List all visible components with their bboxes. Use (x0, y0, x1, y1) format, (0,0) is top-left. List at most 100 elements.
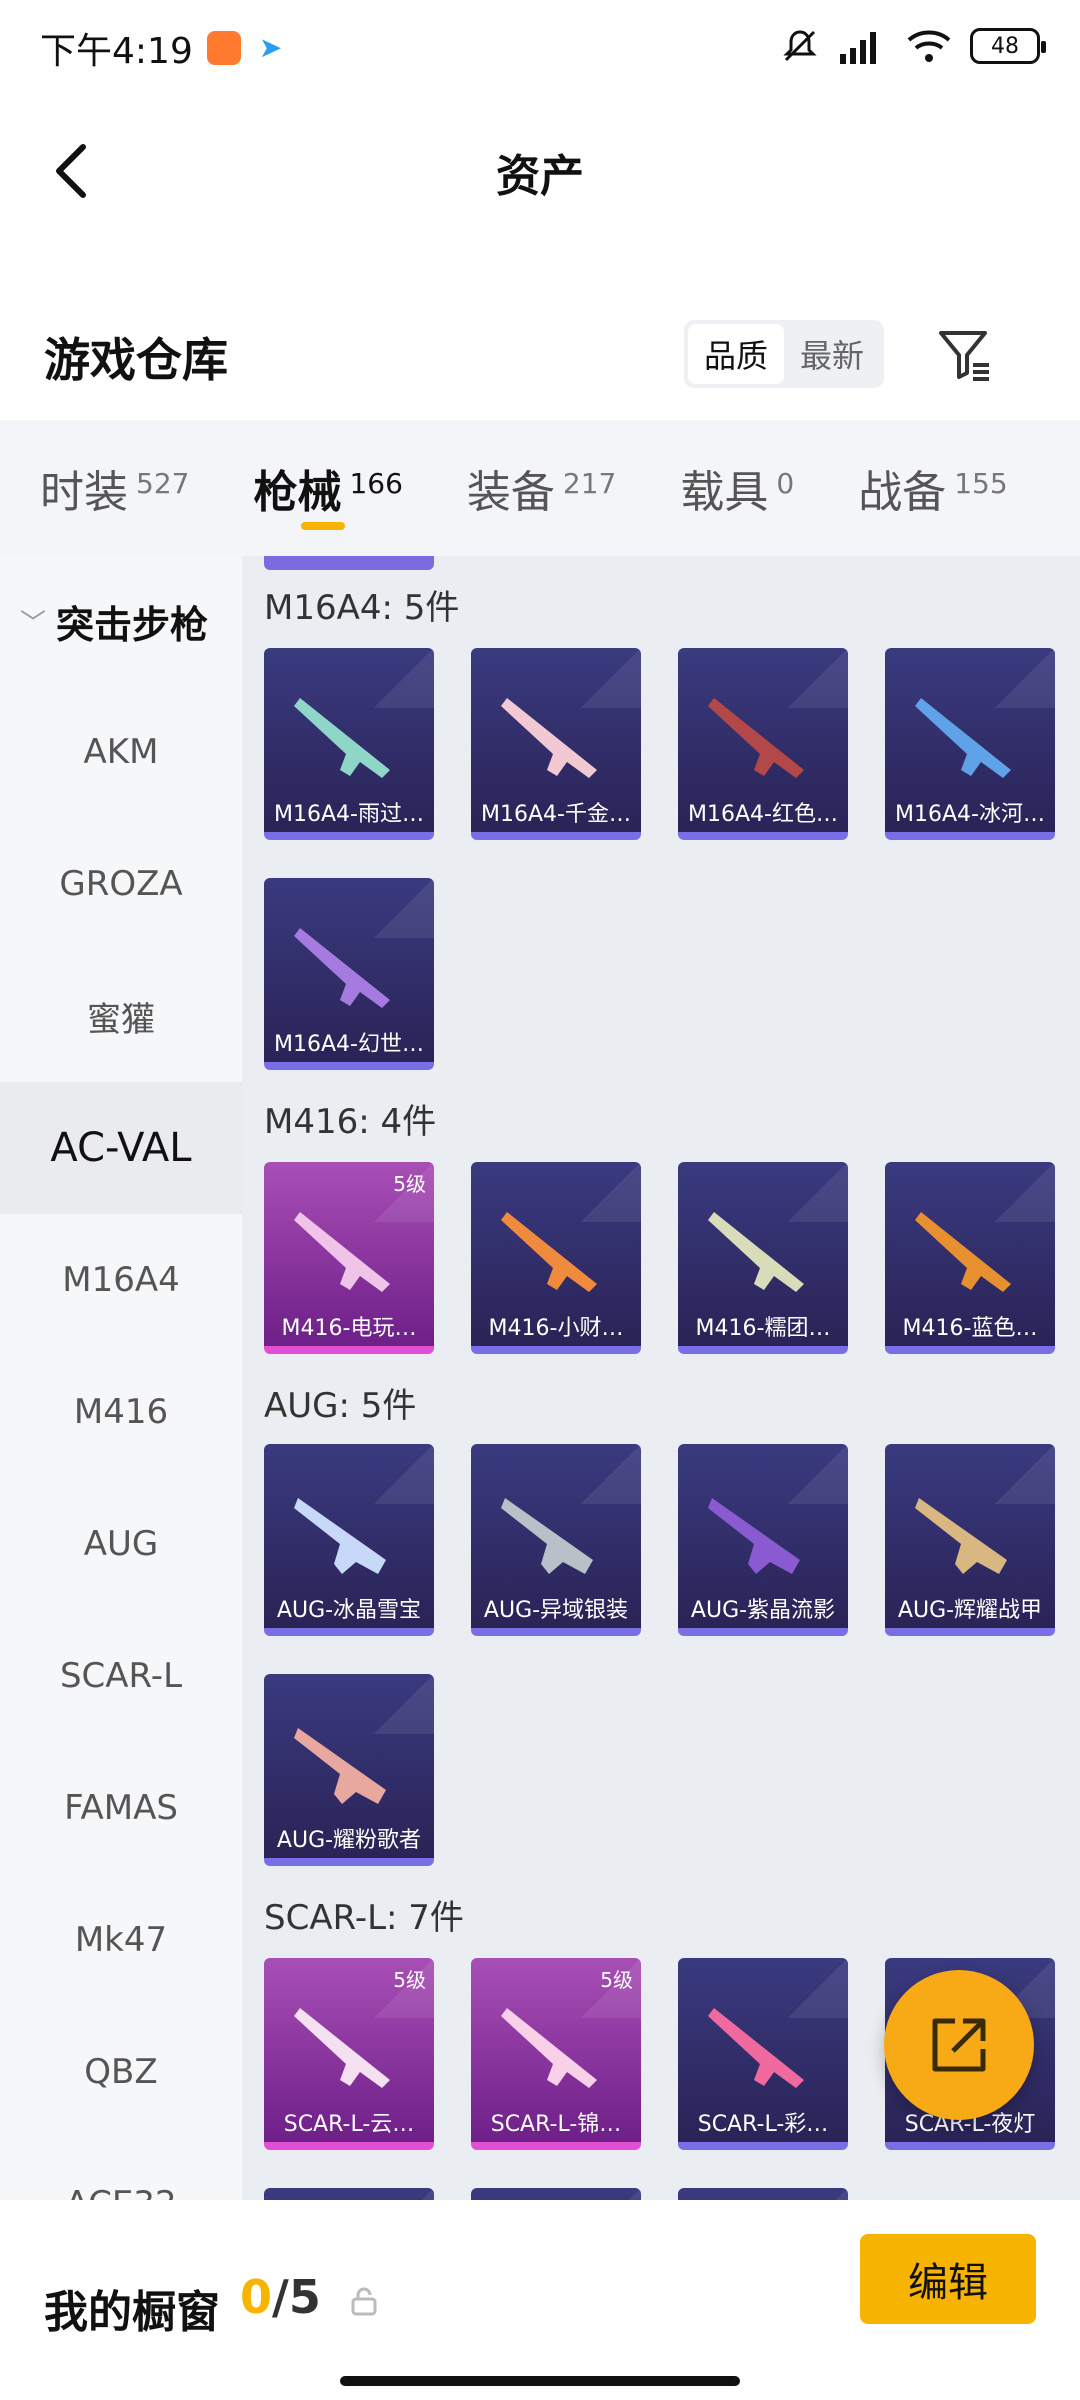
sort-toggle: 品质 最新 (684, 320, 884, 388)
weapon-card-label: M16A4-幻世… (274, 1032, 424, 1057)
sidebar-item-famas[interactable]: FAMAS (0, 1742, 242, 1874)
edit-button[interactable]: 编辑 (860, 2234, 1036, 2324)
weapon-card[interactable]: AUG-异域银装 (471, 1444, 641, 1636)
tab-guns[interactable]: 枪械 166 (253, 420, 403, 556)
weapon-card-label: M416-小财… (488, 1316, 624, 1341)
share-icon (932, 2018, 986, 2072)
rifle-icon (915, 698, 1011, 778)
sidebar-item-ac-val[interactable]: AC-VAL (0, 1082, 242, 1214)
sidebar-group-label: 突击步枪 (56, 602, 209, 647)
rifle-icon (294, 1728, 386, 1804)
sidebar-item-m416[interactable]: M416 (0, 1346, 242, 1478)
weapon-card[interactable]: AUG-耀粉歌者 (264, 1674, 434, 1866)
weapon-card-label: M416-蓝色… (902, 1316, 1038, 1341)
tab-underline (301, 522, 346, 530)
page-title: 资产 (496, 151, 584, 202)
sort-newest-option[interactable]: 最新 (784, 324, 880, 384)
weapon-card[interactable]: AUG-冰晶雪宝 (264, 1444, 434, 1636)
rifle-icon (294, 2008, 390, 2088)
group-title-aug: AUG: 5件 (264, 1386, 417, 1426)
tab-label: 枪械 (253, 467, 342, 518)
weapon-card-label: M16A4-冰河… (895, 802, 1045, 827)
rifle-icon (294, 1498, 386, 1574)
app-notification-icon (206, 31, 241, 65)
rifle-icon (501, 698, 597, 778)
weapon-card[interactable]: M16A4-雨过… (264, 648, 434, 840)
weapon-card[interactable]: M416-小财… (471, 1162, 641, 1354)
weapon-card[interactable]: 5级 SCAR-L-云… (264, 1958, 434, 2150)
weapon-card-label: SCAR-L-彩… (697, 2112, 829, 2137)
showcase-total-count: /5 (272, 2270, 321, 2324)
weapon-card[interactable]: M16A4-红色… (678, 648, 848, 840)
tab-label: 装备 (466, 467, 555, 518)
showcase-bar: 我的橱窗 0/5 编辑 (0, 2200, 1080, 2400)
weapon-card[interactable] (264, 2188, 434, 2200)
share-button[interactable] (884, 1970, 1034, 2120)
weapon-card[interactable]: AUG-辉耀战甲 (885, 1444, 1055, 1636)
sidebar-item-akm[interactable]: AKM (0, 686, 242, 818)
rifle-icon (708, 698, 804, 778)
signal-icon (840, 32, 876, 64)
rifle-icon (708, 2008, 804, 2088)
tab-count: 155 (954, 466, 1008, 500)
weapon-card-label: M416-电玩… (281, 1316, 417, 1341)
sidebar-item-honey-badger[interactable]: 蜜獾 (0, 950, 242, 1082)
weapon-card-label: M16A4-千金… (481, 802, 631, 827)
category-tabs: 时装 527 枪械 166 装备 217 载具 0 战备 155 (0, 420, 1080, 556)
sidebar-item-qbz[interactable]: QBZ (0, 2006, 242, 2138)
header: 资产 (0, 96, 1080, 246)
battery-icon: 48 (970, 28, 1046, 64)
sidebar-item-scar-l[interactable]: SCAR-L (0, 1610, 242, 1742)
sidebar-item-groza[interactable]: GROZA (0, 818, 242, 950)
rifle-icon (294, 928, 390, 1008)
tab-count: 0 (776, 466, 795, 500)
weapon-card-label: AUG-辉耀战甲 (897, 1598, 1043, 1623)
weapon-card[interactable]: 5级 SCAR-L-锦… (471, 1958, 641, 2150)
filter-button[interactable] (930, 320, 1000, 390)
weapon-card[interactable]: M416-糯团… (678, 1162, 848, 1354)
previous-card-edge (264, 556, 434, 570)
showcase-count: 0/5 (240, 2270, 321, 2324)
group-title-scar-l: SCAR-L: 7件 (264, 1898, 464, 1938)
weapon-card[interactable] (471, 2188, 641, 2200)
rifle-icon (501, 1212, 597, 1292)
weapon-card-label: AUG-冰晶雪宝 (276, 1598, 422, 1623)
weapon-card[interactable]: M416-蓝色… (885, 1162, 1055, 1354)
sidebar-item-ace32[interactable]: ACE32 (0, 2138, 242, 2200)
status-time: 下午4:19 (40, 31, 193, 72)
status-icons: 48 (780, 26, 1046, 66)
weapon-card[interactable]: M16A4-冰河… (885, 648, 1055, 840)
home-indicator (340, 2376, 740, 2386)
battery-level: 48 (991, 33, 1019, 59)
rifle-icon (501, 1498, 593, 1574)
rifle-icon (294, 698, 390, 778)
weapon-type-sidebar: ﹀ 突击步枪 AKM GROZA 蜜獾 AC-VAL M16A4 M416 AU… (0, 556, 242, 2200)
status-bar: 下午4:19 ➤ 48 (0, 0, 1080, 96)
tab-fashion[interactable]: 时装 527 (40, 420, 189, 556)
tab-equipment[interactable]: 装备 217 (467, 420, 616, 556)
tab-label: 时装 (40, 467, 128, 518)
sidebar-item-mk47[interactable]: Mk47 (0, 1874, 242, 2006)
group-title-m416: M416: 4件 (264, 1102, 437, 1142)
sort-quality-option[interactable]: 品质 (688, 324, 784, 384)
weapon-card[interactable]: SCAR-L-彩… (678, 1958, 848, 2150)
sidebar-item-m16a4[interactable]: M16A4 (0, 1214, 242, 1346)
weapon-card-label: SCAR-L-云… (283, 2112, 415, 2137)
weapon-card[interactable]: 5级 M416-电玩… (264, 1162, 434, 1354)
rifle-icon (294, 1212, 390, 1292)
weapon-card[interactable] (678, 2188, 848, 2200)
paper-plane-icon: ➤ (258, 31, 283, 64)
weapon-card-label: AUG-异域银装 (483, 1598, 629, 1623)
weapon-card[interactable]: M16A4-幻世… (264, 878, 434, 1070)
weapon-card[interactable]: M16A4-千金… (471, 648, 641, 840)
chevron-down-icon: ﹀ (20, 608, 47, 639)
weapon-card[interactable]: AUG-紫晶流影 (678, 1444, 848, 1636)
tab-count: 166 (349, 466, 403, 500)
tab-supplies[interactable]: 战备 155 (858, 420, 1007, 556)
group-title-m16a4: M16A4: 5件 (264, 588, 460, 628)
weapon-card-label: M416-糯团… (695, 1316, 831, 1341)
sidebar-group-assault-rifles[interactable]: ﹀ 突击步枪 (0, 556, 242, 686)
tab-vehicles[interactable]: 载具 0 (680, 420, 794, 556)
sidebar-item-aug[interactable]: AUG (0, 1478, 242, 1610)
weapon-card-label: SCAR-L-锦… (490, 2112, 622, 2137)
